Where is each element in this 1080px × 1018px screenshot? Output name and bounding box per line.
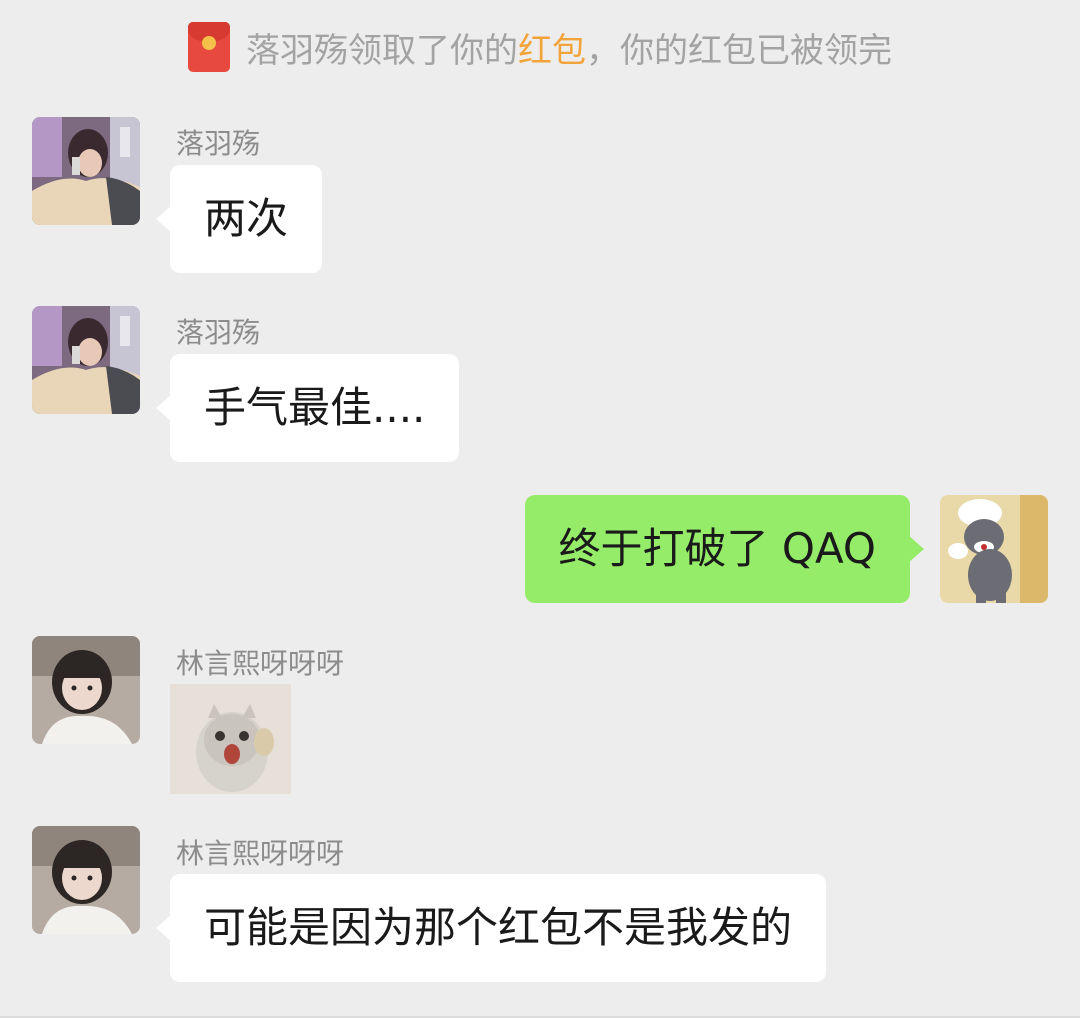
system-notice-text: 落羽殇领取了你的 xyxy=(246,30,518,71)
girl-holding-phone-avatar-image xyxy=(32,306,140,414)
girl-portrait-avatar-image xyxy=(32,636,140,744)
avatar[interactable] xyxy=(32,306,140,414)
girl-portrait-avatar-image xyxy=(32,826,140,934)
message-bubble[interactable]: 两次 xyxy=(155,165,323,273)
avatar[interactable] xyxy=(32,117,140,225)
system-notice-suffix: ，你的红包已被领完 xyxy=(586,30,892,71)
system-notice: 落羽殇领取了你的 红包 ，你的红包已被领完 xyxy=(0,22,1080,72)
self-avatar[interactable] xyxy=(940,495,1048,603)
avatar[interactable] xyxy=(32,826,140,934)
sender-name: 林言熙呀呀呀 xyxy=(176,837,345,870)
surprised-cat-sticker xyxy=(170,684,291,794)
red-packet-icon xyxy=(188,22,230,72)
red-packet-link[interactable]: 红包 xyxy=(518,23,586,72)
sender-name: 林言熙呀呀呀 xyxy=(176,647,345,680)
girl-holding-phone-avatar-image xyxy=(32,117,140,225)
sticker-image[interactable] xyxy=(170,684,291,794)
message-bubble[interactable]: 手气最佳.... xyxy=(155,354,460,462)
message-bubble-outgoing[interactable]: 终于打破了 QAQ xyxy=(524,495,925,603)
avatar[interactable] xyxy=(32,636,140,744)
message-bubble[interactable]: 可能是因为那个红包不是我发的 xyxy=(155,874,827,982)
sender-name: 落羽殇 xyxy=(176,127,261,160)
cartoon-cat-chef-avatar-image xyxy=(940,495,1048,603)
sender-name: 落羽殇 xyxy=(176,316,261,349)
